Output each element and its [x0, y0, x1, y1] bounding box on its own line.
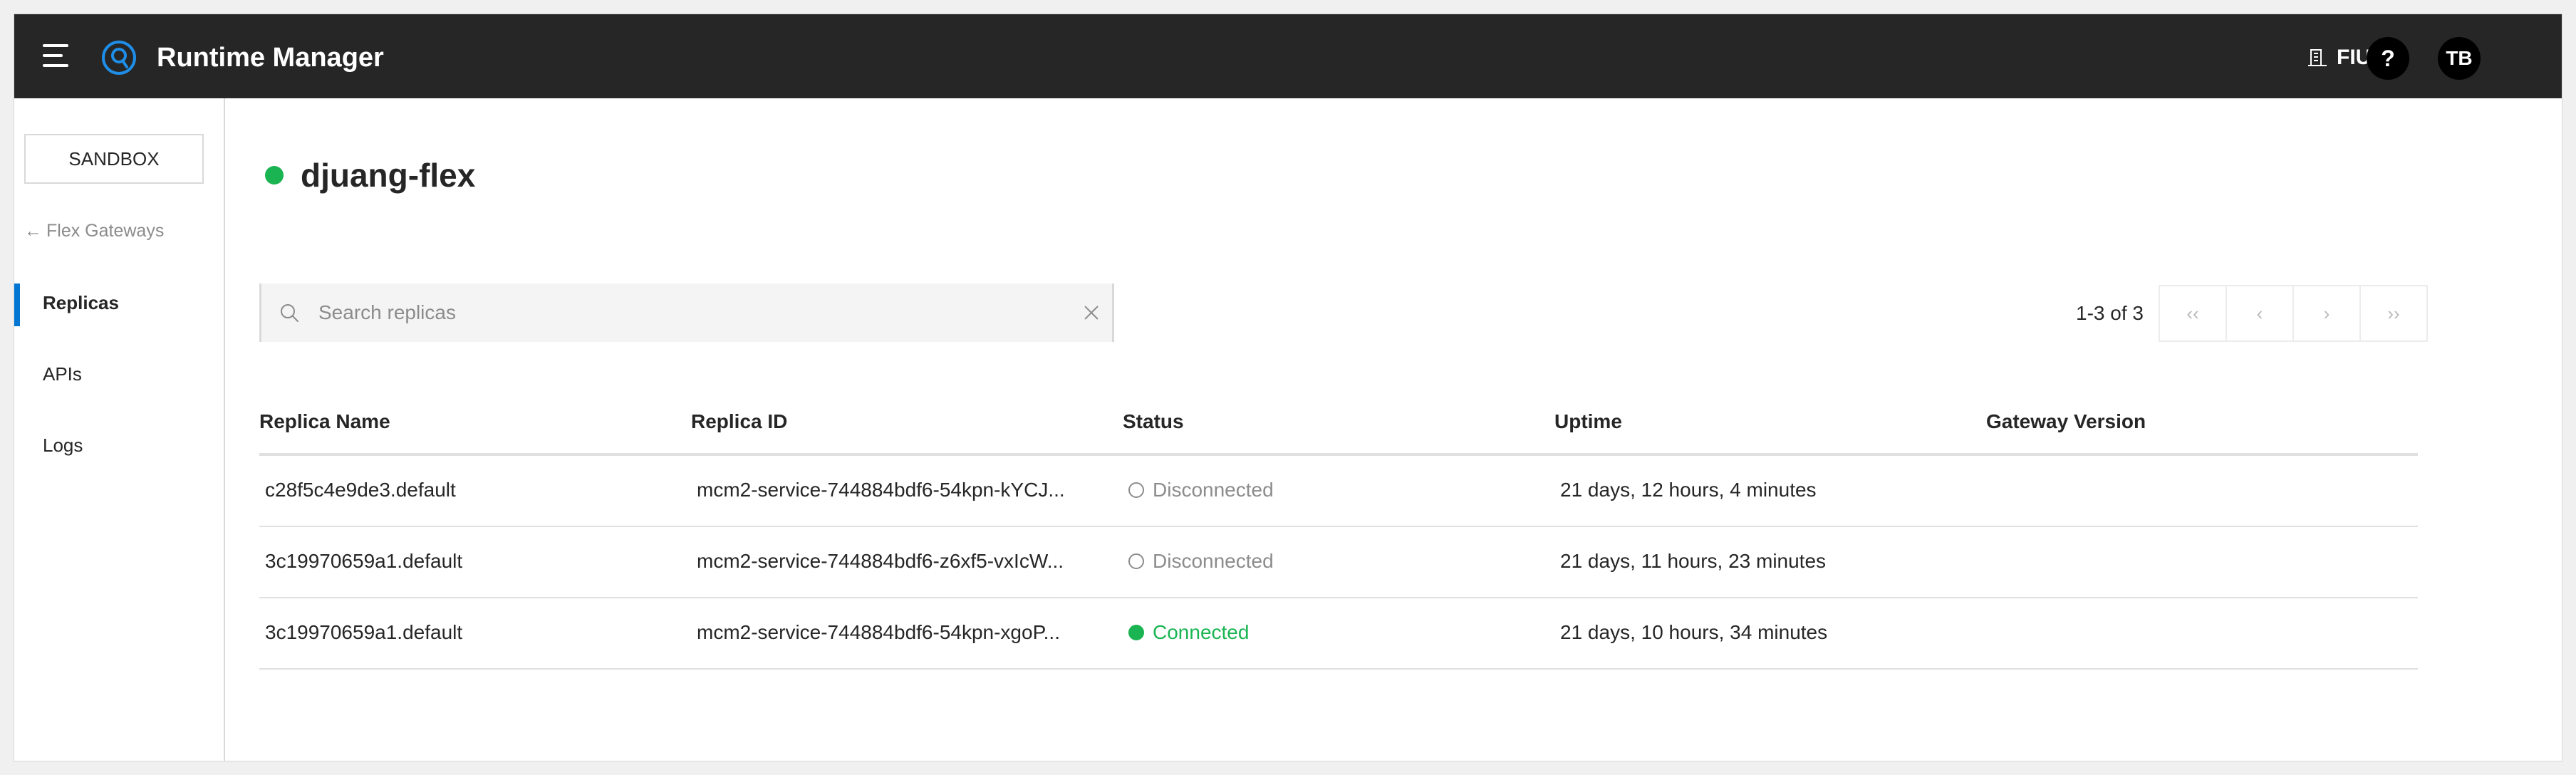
status-text: Disconnected	[1153, 550, 1274, 572]
search-input[interactable]	[318, 284, 1045, 342]
search-bar	[259, 284, 1114, 342]
environment-selector-button[interactable]: SANDBOX	[24, 134, 204, 184]
replica-name-cell: 3c19970659a1.default	[265, 621, 463, 643]
status-cell: Disconnected	[1128, 550, 1274, 573]
sidebar-item-logs[interactable]: Logs	[43, 435, 83, 457]
status-text: Disconnected	[1153, 479, 1274, 501]
pagination-controls: ‹‹ ‹ › ››	[2159, 285, 2428, 342]
column-header-replica-name[interactable]: Replica Name	[259, 410, 390, 433]
replica-id-cell: mcm2-service-744884bdf6-54kpn-kYCJ...	[697, 479, 1065, 501]
gateway-status-dot	[265, 166, 284, 184]
clear-search-icon[interactable]	[1082, 303, 1101, 322]
connected-status-icon	[1128, 625, 1144, 640]
table-row[interactable]: 3c19970659a1.default mcm2-service-744884…	[259, 527, 2418, 598]
last-page-button[interactable]: ››	[2359, 285, 2428, 342]
page-title: djuang-flex	[301, 157, 476, 194]
table-row[interactable]: 3c19970659a1.default mcm2-service-744884…	[259, 598, 2418, 670]
column-header-gateway-version[interactable]: Gateway Version	[1986, 410, 2146, 433]
user-avatar[interactable]: TB	[2438, 37, 2481, 80]
next-page-button[interactable]: ›	[2292, 285, 2361, 342]
replica-name-cell: 3c19970659a1.default	[265, 550, 463, 572]
previous-page-button[interactable]: ‹	[2226, 285, 2294, 342]
uptime-cell: 21 days, 10 hours, 34 minutes	[1560, 621, 1828, 643]
replica-id-cell: mcm2-service-744884bdf6-z6xf5-vxIcW...	[697, 550, 1064, 572]
search-icon	[281, 304, 298, 322]
sidebar-item-replicas[interactable]: Replicas	[43, 292, 119, 314]
arrow-left-icon: ←	[24, 221, 42, 241]
building-icon	[2308, 49, 2327, 66]
disconnected-status-icon	[1128, 482, 1144, 498]
column-header-uptime[interactable]: Uptime	[1554, 410, 1622, 433]
back-to-flex-gateways-link[interactable]: ← Flex Gateways	[24, 221, 164, 241]
disconnected-status-icon	[1128, 553, 1144, 569]
app-window: Runtime Manager FIUBA ? TB SANDBOX ← Fle…	[14, 14, 2562, 761]
app-title: Runtime Manager	[157, 43, 384, 73]
replica-name-cell: c28f5c4e9de3.default	[265, 479, 456, 501]
active-nav-indicator	[14, 284, 20, 326]
uptime-cell: 21 days, 12 hours, 4 minutes	[1560, 479, 1817, 501]
runtime-manager-logo-icon[interactable]	[101, 40, 137, 76]
help-button[interactable]: ?	[2367, 37, 2409, 80]
page-header: djuang-flex	[265, 155, 475, 195]
uptime-cell: 21 days, 11 hours, 23 minutes	[1560, 550, 1827, 572]
status-text: Connected	[1153, 621, 1250, 643]
first-page-button[interactable]: ‹‹	[2159, 285, 2227, 342]
status-cell: Disconnected	[1128, 479, 1274, 501]
sidebar: SANDBOX ← Flex Gateways Replicas APIs Lo…	[14, 98, 225, 761]
main-content: djuang-flex 1-3 of 3 ‹‹ ‹ › ›› Replica N…	[227, 98, 2562, 761]
column-header-status[interactable]: Status	[1123, 410, 1184, 433]
column-header-replica-id[interactable]: Replica ID	[691, 410, 787, 433]
pagination-summary: 1-3 of 3	[2076, 302, 2144, 324]
table-header: Replica Name Replica ID Status Uptime Ga…	[259, 405, 2418, 456]
table-row[interactable]: c28f5c4e9de3.default mcm2-service-744884…	[259, 456, 2418, 527]
replica-id-cell: mcm2-service-744884bdf6-54kpn-xgoP...	[697, 621, 1060, 643]
top-bar: Runtime Manager FIUBA ? TB	[14, 14, 2562, 98]
back-link-label: Flex Gateways	[46, 221, 165, 241]
hamburger-menu-icon[interactable]	[43, 43, 71, 68]
status-cell: Connected	[1128, 621, 1249, 644]
replicas-table: Replica Name Replica ID Status Uptime Ga…	[259, 405, 2418, 670]
sidebar-item-apis[interactable]: APIs	[43, 363, 82, 385]
